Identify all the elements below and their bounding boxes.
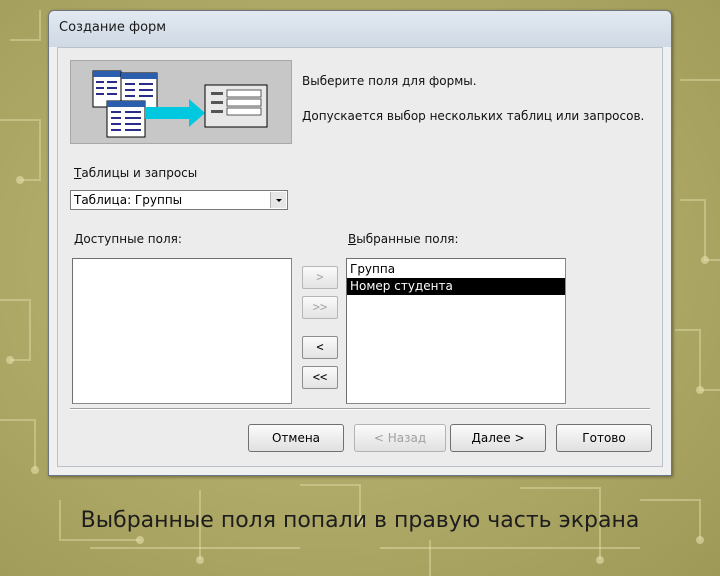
list-item[interactable]: Группа [347,261,565,278]
footer-divider [70,408,650,410]
form-wizard-dialog: Создание форм Выберите поля для формы. Д… [48,10,672,476]
add-field-button[interactable]: > [302,266,338,289]
available-label-accel: Д [74,232,84,246]
available-fields-list[interactable] [72,258,292,404]
dialog-client-area: Выберите поля для формы. Допускается выб… [57,47,663,467]
list-item-selected[interactable]: Номер студента [347,278,565,295]
slide-caption: Выбранные поля попали в правую часть экр… [80,508,640,533]
tables-queries-select[interactable]: Таблица: Группы [70,190,288,210]
wizard-hint-secondary: Допускается выбор нескольких таблиц или … [302,109,645,123]
wizard-illustration [70,60,292,144]
add-all-fields-button[interactable]: >> [302,296,338,319]
tables-queries-label: Таблицы и запросы [74,166,197,180]
selected-label-accel: В [348,232,357,246]
remove-field-button[interactable]: < [302,336,338,359]
cancel-button[interactable]: Отмена [248,424,344,452]
back-button[interactable]: < Назад [354,424,446,452]
selected-fields-label: Выбранные поля: [348,232,459,246]
title-bar[interactable]: Создание форм [49,11,671,47]
next-button[interactable]: Далее > [450,424,546,452]
finish-button[interactable]: Готово [556,424,652,452]
wizard-hint-primary: Выберите поля для формы. [302,74,477,88]
window-title: Создание форм [59,20,167,35]
tables-to-form-icon [92,70,268,138]
available-fields-label: Доступные поля: [74,232,182,246]
selected-fields-list[interactable]: Группа Номер студента [346,258,566,404]
tables-queries-value: Таблица: Группы [74,193,183,207]
remove-all-fields-button[interactable]: << [302,366,338,389]
selected-label-rest: ыбранные поля: [356,232,459,246]
tables-label-rest: аблицы и запросы [81,166,198,180]
chevron-down-icon[interactable] [270,192,286,208]
available-label-rest: оступные поля: [83,232,182,246]
